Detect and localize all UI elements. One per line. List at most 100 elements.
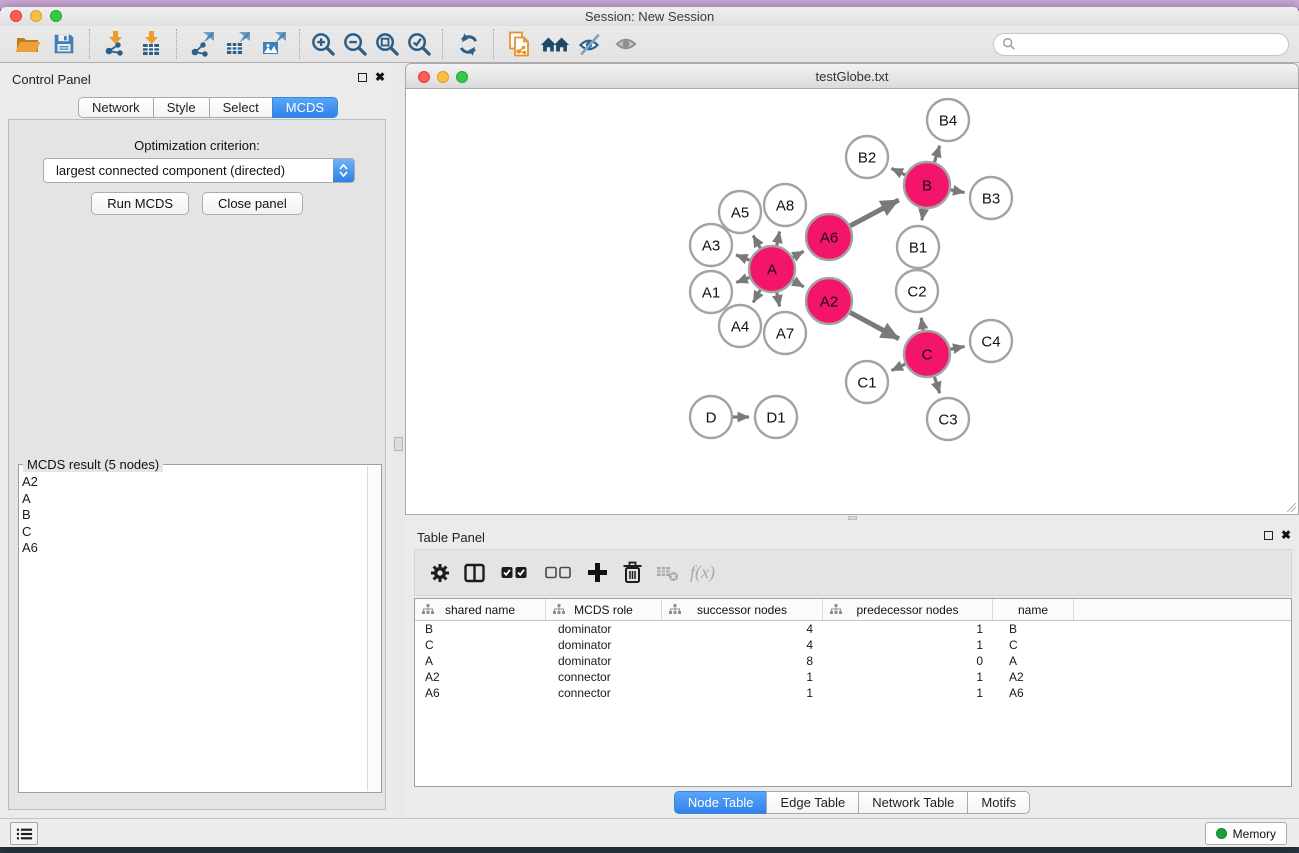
zoom-fit-icon[interactable]	[371, 28, 403, 60]
add-column-icon[interactable]	[580, 555, 615, 591]
table-cell[interactable]: 1	[823, 686, 993, 700]
splitter-grip[interactable]	[394, 437, 403, 451]
column-header-name[interactable]: name	[993, 599, 1074, 620]
table-cell[interactable]: B	[993, 622, 1074, 636]
table-cell[interactable]: 1	[823, 670, 993, 684]
new-network-from-selection-icon[interactable]	[501, 28, 537, 60]
table-cell[interactable]: B	[415, 622, 546, 636]
network-close-button[interactable]	[418, 71, 430, 83]
mcds-result-list[interactable]: A2ABCA6	[22, 474, 365, 790]
search-box[interactable]	[993, 33, 1289, 56]
network-minimize-button[interactable]	[437, 71, 449, 83]
function-builder-icon[interactable]: f(x)	[685, 555, 720, 591]
delete-table-icon[interactable]	[650, 555, 685, 591]
tab-mcds[interactable]: MCDS	[272, 97, 338, 118]
column-header-mcds-role[interactable]: MCDS role	[546, 599, 662, 620]
splitter-grip[interactable]	[848, 516, 857, 520]
tab-select[interactable]: Select	[209, 97, 273, 118]
show-panels-button[interactable]	[10, 822, 38, 845]
table-cell[interactable]: 4	[662, 638, 823, 652]
result-item[interactable]: B	[22, 507, 365, 524]
criterion-dropdown[interactable]: largest connected component (directed)	[43, 158, 355, 183]
network-canvas[interactable]: B4B2BB3A8A5A6A3B1AC2A1A2A4A7C4CC1DC3D1	[405, 89, 1299, 515]
hide-selected-icon[interactable]	[573, 28, 609, 60]
memory-button[interactable]: Memory	[1205, 822, 1287, 845]
save-session-icon[interactable]	[46, 28, 82, 60]
import-network-icon[interactable]	[97, 28, 133, 60]
refresh-view-icon[interactable]	[450, 28, 486, 60]
table-row[interactable]: Bdominator41B	[415, 621, 1291, 637]
zoom-in-icon[interactable]	[307, 28, 339, 60]
tab-edge-table[interactable]: Edge Table	[766, 791, 859, 814]
table-cell[interactable]: dominator	[546, 622, 662, 636]
table-body[interactable]: Bdominator41BCdominator41CAdominator80AA…	[415, 621, 1291, 701]
tab-node-table[interactable]: Node Table	[674, 791, 768, 814]
close-panel-icon[interactable]: ✖	[1281, 530, 1291, 540]
table-cell[interactable]: 1	[823, 622, 993, 636]
export-table-icon[interactable]	[220, 28, 256, 60]
float-panel-icon[interactable]	[358, 73, 367, 82]
table-cell[interactable]: 1	[662, 670, 823, 684]
select-all-columns-icon[interactable]	[492, 555, 536, 591]
result-item[interactable]: C	[22, 524, 365, 541]
table-cell[interactable]: A6	[993, 686, 1074, 700]
import-table-icon[interactable]	[133, 28, 169, 60]
table-cell[interactable]: A2	[415, 670, 546, 684]
network-window-titlebar[interactable]: testGlobe.txt	[405, 63, 1299, 89]
column-header-predecessor-nodes[interactable]: predecessor nodes	[823, 599, 993, 620]
network-graph[interactable]: B4B2BB3A8A5A6A3B1AC2A1A2A4A7C4CC1DC3D1	[406, 89, 1298, 510]
home-icon[interactable]	[537, 28, 573, 60]
table-row[interactable]: A2connector11A2	[415, 669, 1291, 685]
table-cell[interactable]: A2	[993, 670, 1074, 684]
export-image-icon[interactable]	[256, 28, 292, 60]
tab-motifs[interactable]: Motifs	[967, 791, 1030, 814]
table-cell[interactable]: connector	[546, 686, 662, 700]
zoom-out-icon[interactable]	[339, 28, 371, 60]
table-cell[interactable]: A	[993, 654, 1074, 668]
result-item[interactable]: A6	[22, 540, 365, 557]
export-network-icon[interactable]	[184, 28, 220, 60]
node-table[interactable]: shared name MCDS role successor nodes pr…	[414, 598, 1292, 787]
tab-network-table[interactable]: Network Table	[858, 791, 968, 814]
tab-network[interactable]: Network	[78, 97, 154, 118]
network-zoom-button[interactable]	[456, 71, 468, 83]
float-panel-icon[interactable]	[1264, 531, 1273, 540]
search-input[interactable]	[1016, 37, 1280, 51]
table-cell[interactable]: 4	[662, 622, 823, 636]
zoom-window-button[interactable]	[50, 10, 62, 22]
table-cell[interactable]: dominator	[546, 638, 662, 652]
table-cell[interactable]: A6	[415, 686, 546, 700]
table-cell[interactable]: 1	[823, 638, 993, 652]
result-item[interactable]: A2	[22, 474, 365, 491]
close-window-button[interactable]	[10, 10, 22, 22]
minimize-window-button[interactable]	[30, 10, 42, 22]
table-cell[interactable]: C	[993, 638, 1074, 652]
run-mcds-button[interactable]: Run MCDS	[91, 192, 189, 215]
table-cell[interactable]: 1	[662, 686, 823, 700]
table-cell[interactable]: C	[415, 638, 546, 652]
table-cell[interactable]: 8	[662, 654, 823, 668]
tab-style[interactable]: Style	[153, 97, 210, 118]
show-columns-icon[interactable]	[457, 555, 492, 591]
close-panel-button[interactable]: Close panel	[202, 192, 303, 215]
zoom-selected-icon[interactable]	[403, 28, 435, 60]
result-scrollbar[interactable]	[367, 466, 380, 791]
open-file-icon[interactable]	[10, 28, 46, 60]
unselect-all-columns-icon[interactable]	[536, 555, 580, 591]
table-cell[interactable]: connector	[546, 670, 662, 684]
table-row[interactable]: Adominator80A	[415, 653, 1291, 669]
column-header-successor-nodes[interactable]: successor nodes	[662, 599, 823, 620]
vertical-splitter[interactable]	[393, 63, 405, 818]
show-all-icon[interactable]	[609, 28, 645, 60]
column-header-shared-name[interactable]: shared name	[415, 599, 546, 620]
table-cell[interactable]: 0	[823, 654, 993, 668]
table-row[interactable]: Cdominator41C	[415, 637, 1291, 653]
table-row[interactable]: A6connector11A6	[415, 685, 1291, 701]
resize-grip-icon[interactable]	[1286, 502, 1297, 513]
table-cell[interactable]: dominator	[546, 654, 662, 668]
table-cell[interactable]: A	[415, 654, 546, 668]
table-settings-icon[interactable]	[422, 555, 457, 591]
close-panel-icon[interactable]: ✖	[375, 72, 385, 82]
delete-column-icon[interactable]	[615, 555, 650, 591]
result-item[interactable]: A	[22, 491, 365, 508]
